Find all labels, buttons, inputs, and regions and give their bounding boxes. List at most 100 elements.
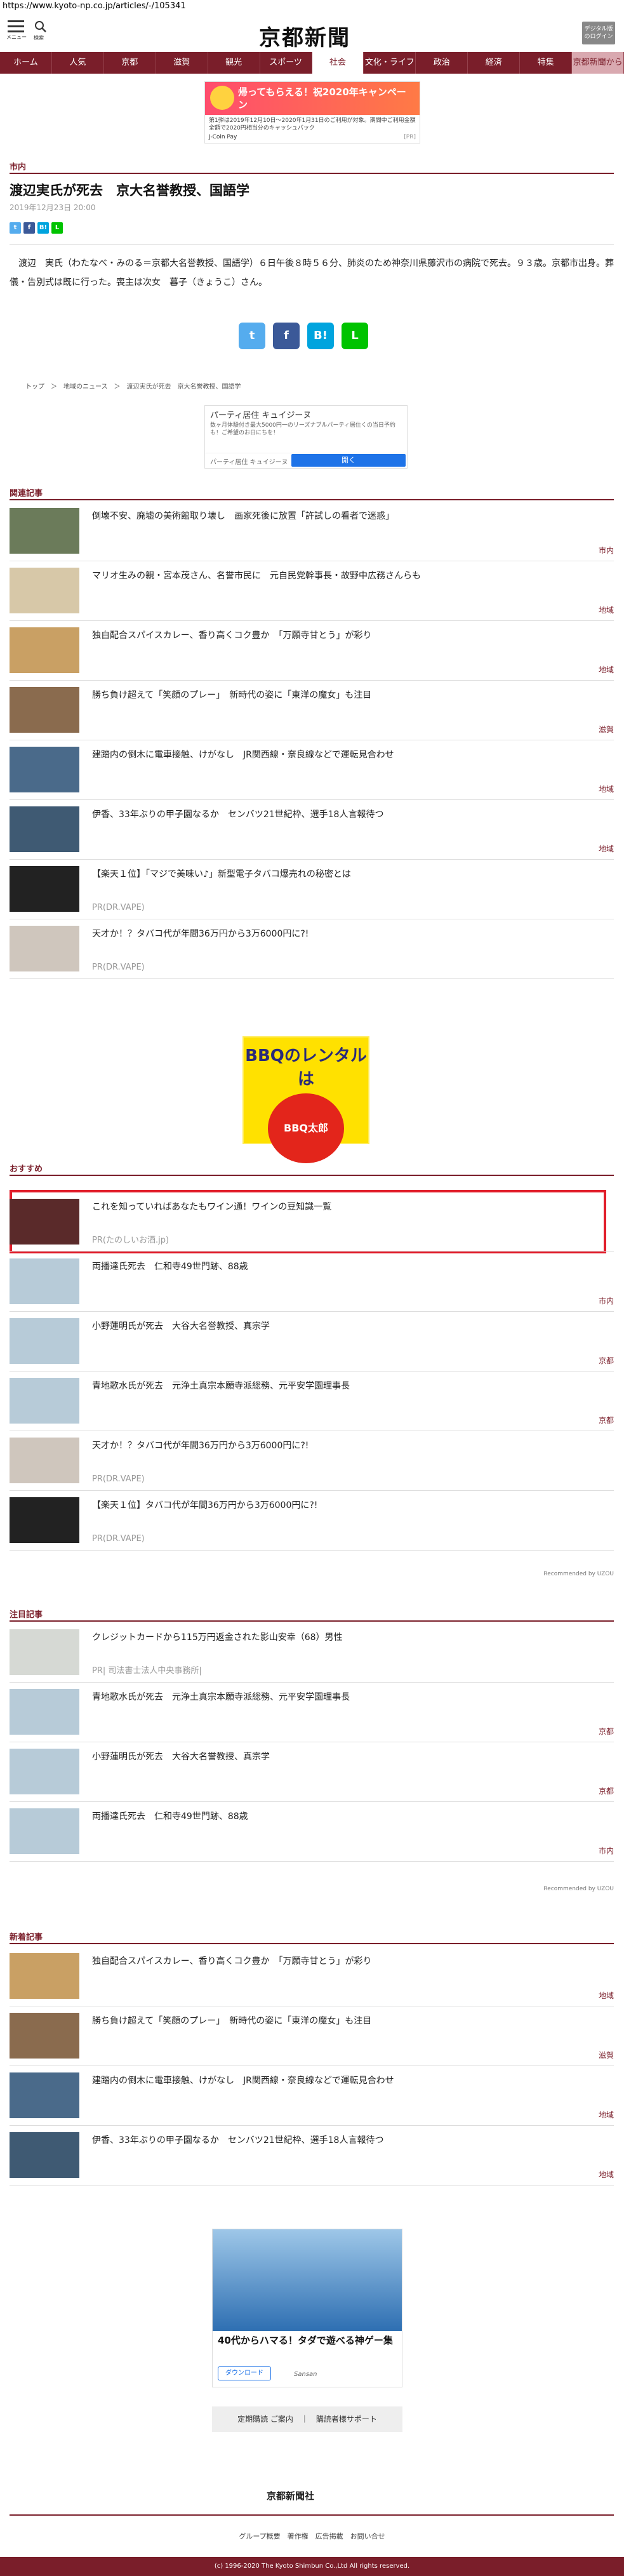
list-item[interactable]: 【楽天１位】「マジで美味い♪」新型電子タバコ爆売れの秘密とは PR(DR.VAPE… [10,860,614,919]
bbq-ad-headline: BBQのレンタルは [245,1046,367,1089]
mid-ad[interactable]: パーティ居住 キュイジーヌ 数ヶ月体験付き最大5000円一のリーズナブルパーティ… [204,405,408,469]
article-title: 渡辺実氏が死去 京大名誉教授、国語学 [10,183,249,198]
divider [10,1620,614,1622]
search-icon[interactable] [34,20,47,33]
thumbnail-image [10,1199,79,1245]
list-item[interactable]: 【楽天１位】タバコ代が年間36万円から3万6000円に?! PR(DR.VAPE) [10,1491,614,1551]
digital-login-button[interactable]: デジタル版 のログイン [582,22,615,44]
footer-nav[interactable]: グループ概要 著作権 広告掲載 お問い合せ [0,2531,624,2541]
item-title: 【楽天１位】タバコ代が年間36万円から3万6000円に?! [92,1500,318,1511]
ad-sub: 数ヶ月体験付き最大5000円一のリーズナブルパーティ居住くの当日予約も！ご希望の… [210,422,395,436]
list-item[interactable]: 建踏内の倒木に電車接触、けがなし JR関西線・奈良線などで運転見合わせ 地域 [10,740,614,800]
line-icon[interactable]: L [51,222,63,234]
thumbnail-image [10,2013,79,2059]
nav-item[interactable]: スポーツ [260,52,312,74]
ad-text: 第1弾は2019年12月10日〜2020年1月31日のご利用が対象。期間中ご利用… [209,117,416,131]
facebook-icon[interactable]: f [23,222,35,234]
list-item[interactable]: 独自配合スパイスカレー、香り高くコク豊か 「万願寺甘とう」が彩り 地域 [10,1947,614,2006]
article-category[interactable]: 市内 [10,160,26,172]
hatena-share-icon[interactable]: B! [307,323,334,349]
twitter-icon[interactable]: t [10,222,21,234]
twitter-share-icon[interactable]: t [239,323,265,349]
ad-brand: J-Coin Pay [209,134,237,140]
nav-item[interactable]: 滋賀 [156,52,208,74]
thumbnail-image [10,1438,79,1483]
subscription-links[interactable]: 定期購読 ご案内 ｜ 購読者様サポート [212,2406,402,2432]
search-label: 検索 [34,35,44,41]
nav-item[interactable]: 文化・ライフ [364,52,416,74]
game-ad[interactable]: 40代からハマる！タダで遊べる神ゲー集 ダウンロード Sansan [212,2229,402,2387]
thumbnail-image [10,926,79,971]
item-category: 市内 [598,1846,614,1855]
thumbnail-image [10,747,79,792]
item-category: 地域 [598,1991,614,2000]
url-bar[interactable]: https://www.kyoto-np.co.jp/articles/-/10… [3,1,186,11]
list-item[interactable]: クレジットカードから115万円返金された影山安幸（68）男性 PR| 司法書士法人… [10,1623,614,1683]
top-ad[interactable]: 帰ってもらえる！祝2020年キャンペーン 第1弾は2019年12月10日〜202… [204,81,420,143]
item-title: 伊香、33年ぶりの甲子園なるか センバツ21世紀枠、選手18人言報待つ [92,810,384,820]
ad-title: パーティ居住 キュイジーヌ [210,411,312,420]
item-title: マリオ生みの親・宮本茂さん、名誉市民に 元自民党幹事長・故野中広務さんらも [92,571,421,581]
nav-item[interactable]: 政治 [416,52,468,74]
list-item[interactable]: 伊香、33年ぶりの甲子園なるか センバツ21世紀枠、選手18人言報待つ 地域 [10,2126,614,2186]
item-title: 勝ち負け超えて「笑顔のプレー」 新時代の姿に「東洋の魔女」も注目 [92,690,372,700]
article-date: 2019年12月23日 20:00 [10,203,96,212]
nav-item[interactable]: 経済 [468,52,521,74]
item-category: 市内 [598,546,614,555]
item-category: 京都 [598,1787,614,1796]
list-item[interactable]: 独自配合スパイスカレー、香り高くコク豊か 「万願寺甘とう」が彩り 地域 [10,621,614,681]
nav-item[interactable]: 社会 [312,52,364,74]
list-item[interactable]: 勝ち負け超えて「笑顔のプレー」 新時代の姿に「東洋の魔女」も注目 滋賀 [10,2006,614,2066]
latest-heading: 新着記事 [10,1933,43,1942]
thumbnail-image [10,1258,79,1304]
list-item[interactable]: 建踏内の倒木に電車接触、けがなし JR関西線・奈良線などで運転見合わせ 地域 [10,2066,614,2126]
list-item[interactable]: 伊香、33年ぶりの甲子園なるか センバツ21世紀枠、選手18人言報待つ 地域 [10,800,614,860]
game-ad-download-button[interactable]: ダウンロード [218,2366,271,2380]
nav-item[interactable]: 観光 [208,52,260,74]
nav-item[interactable]: ホーム [0,52,52,74]
thumbnail-image [10,568,79,613]
share-buttons-small: t f B! L [10,222,63,234]
list-item[interactable]: 青地歌水氏が死去 元浄土真宗本願寺派総務、元平安学園理事長 京都 [10,1371,614,1431]
list-item[interactable]: 小野蓮明氏が死去 大谷大名誉教授、真宗学京都 [10,1312,614,1371]
thumbnail-image [10,806,79,852]
list-item[interactable]: 青地歌水氏が死去 元浄土真宗本願寺派総務、元平安学園理事長 京都 [10,1683,614,1742]
site-logo[interactable]: 京都新聞 [259,20,350,51]
list-item[interactable]: 両播達氏死去 仁和寺49世門跡、88歳 市内 [10,1252,614,1312]
list-item[interactable]: 倒壊不安、廃墟の美術館取り壊し 画家死後に放置「許試しの看者で迷惑」市内 [10,502,614,561]
breadcrumb[interactable]: トップ ＞ 地域のニュース ＞ 渡辺実氏が死去 京大名誉教授、国語学 [25,381,241,390]
item-category: 京都 [598,1356,614,1365]
item-title: 青地歌水氏が死去 元浄土真宗本願寺派総務、元平安学園理事長 [92,1692,350,1702]
thumbnail-image [10,687,79,733]
item-title: 独自配合スパイスカレー、香り高くコク豊か 「万願寺甘とう」が彩り [92,631,372,641]
nav-item[interactable]: 京都 [104,52,156,74]
nav-item[interactable]: 京都新聞から [572,52,624,74]
list-item[interactable]: 勝ち負け超えて「笑顔のプレー」 新時代の姿に「東洋の魔女」も注目 滋賀 [10,681,614,740]
hatena-icon[interactable]: B! [37,222,49,234]
ad-open-button[interactable]: 開く [291,454,406,467]
item-title: 小野蓮明氏が死去 大谷大名誉教授、真宗学 [92,1321,270,1331]
list-item[interactable]: マリオ生みの親・宮本茂さん、名誉市民に 元自民党幹事長・故野中広務さんらも 地域 [10,561,614,621]
divider [10,1175,614,1176]
list-item[interactable]: これを知っていればあなたもワイン通！ワインの豆知識一覧 PR(たのしいお酒.jp) [10,1192,614,1252]
item-title: 天才か！？タバコ代が年間36万円から3万6000円に?! [92,1441,309,1451]
facebook-share-icon[interactable]: f [273,323,300,349]
item-title: 青地歌水氏が死去 元浄土真宗本願寺派総務、元平安学園理事長 [92,1381,350,1391]
list-item[interactable]: 天才か！？タバコ代が年間36万円から3万6000円に?! PR(DR.VAPE) [10,1431,614,1491]
thumbnail-image [10,2132,79,2178]
item-pr-label: PR(DR.VAPE) [92,1534,145,1544]
footer-logo[interactable]: 京都新聞社 [267,2489,314,2502]
list-item[interactable]: 天才か！？タバコ代が年間36万円から3万6000円に?! PR(DR.VAPE) [10,919,614,979]
thumbnail-image [10,1629,79,1675]
item-title: 倒壊不安、廃墟の美術館取り壊し 画家死後に放置「許試しの看者で迷惑」 [92,511,394,521]
bbq-ad[interactable]: BBQのレンタルは BBQ太郎 [242,1036,369,1163]
related-list: 倒壊不安、廃墟の美術館取り壊し 画家死後に放置「許試しの看者で迷惑」市内マリオ生… [10,502,614,979]
attention-heading: 注目記事 [10,1610,43,1620]
list-item[interactable]: 両播達氏死去 仁和寺49世門跡、88歳 市内 [10,1802,614,1862]
copyright: (c) 1996-2020 The Kyoto Shimbun Co.,Ltd … [0,2557,624,2576]
item-title: 小野蓮明氏が死去 大谷大名誉教授、真宗学 [92,1752,270,1762]
list-item[interactable]: 小野蓮明氏が死去 大谷大名誉教授、真宗学京都 [10,1742,614,1802]
nav-item[interactable]: 特集 [520,52,573,74]
nav-item[interactable]: 人気 [52,52,104,74]
line-share-icon[interactable]: L [342,323,368,349]
